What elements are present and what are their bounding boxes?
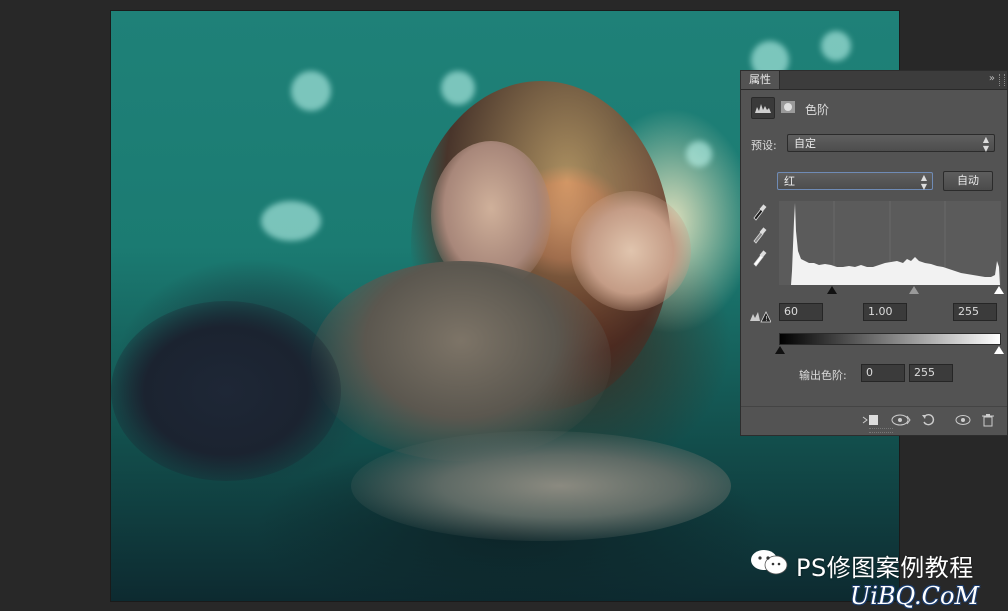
output-black-field[interactable]: 0 bbox=[861, 364, 905, 382]
dropdown-arrows-icon: ▲ ▼ bbox=[982, 135, 989, 153]
white-eyedropper-icon[interactable] bbox=[751, 249, 767, 267]
view-previous-icon[interactable] bbox=[891, 413, 911, 430]
bokeh-light bbox=[261, 201, 321, 241]
levels-adjustment-icon[interactable] bbox=[751, 97, 775, 119]
visibility-icon[interactable] bbox=[955, 413, 971, 430]
channel-value: 红 bbox=[784, 175, 795, 188]
svg-text:!: ! bbox=[765, 315, 768, 323]
bokeh-light bbox=[821, 31, 851, 61]
output-gradient-ramp bbox=[779, 333, 1001, 345]
resize-grip-icon[interactable] bbox=[869, 428, 893, 433]
skirt-shape bbox=[111, 301, 341, 481]
auto-button[interactable]: 自动 bbox=[943, 171, 993, 191]
mask-icon[interactable] bbox=[777, 97, 799, 117]
arm-shape bbox=[351, 431, 731, 541]
channel-dropdown[interactable]: 红 ▲ ▼ bbox=[777, 172, 933, 191]
panel-footer bbox=[741, 406, 1007, 435]
input-black-field[interactable]: 60 bbox=[779, 303, 823, 321]
double-chevron-icon[interactable]: » bbox=[989, 73, 995, 84]
properties-panel: 属性 » 色阶 预设: 自定 ▲ ▼ 红 ▲ ▼ 自动 ! 60 1.00 25… bbox=[740, 70, 1008, 436]
output-white-field[interactable]: 255 bbox=[909, 364, 953, 382]
bokeh-light bbox=[291, 71, 331, 111]
output-black-slider[interactable] bbox=[775, 346, 785, 354]
input-white-slider[interactable] bbox=[994, 286, 1004, 294]
output-levels-label: 输出色阶: bbox=[799, 369, 847, 382]
levels-histogram bbox=[779, 201, 1001, 285]
preset-value: 自定 bbox=[794, 137, 816, 150]
reset-icon[interactable] bbox=[921, 413, 937, 430]
hand-shape bbox=[571, 191, 691, 311]
adjustment-title: 色阶 bbox=[805, 103, 830, 117]
dropdown-arrows-icon: ▲ ▼ bbox=[920, 173, 927, 191]
preset-label: 预设: bbox=[751, 139, 777, 152]
gray-eyedropper-icon[interactable] bbox=[751, 226, 767, 244]
input-gray-slider[interactable] bbox=[909, 286, 919, 294]
clipping-warning-icon[interactable]: ! bbox=[749, 308, 772, 323]
bokeh-light bbox=[686, 141, 712, 167]
wechat-icon bbox=[751, 550, 788, 575]
preset-dropdown[interactable]: 自定 ▲ ▼ bbox=[787, 134, 995, 153]
input-gamma-field[interactable]: 1.00 bbox=[863, 303, 907, 321]
panel-header: 属性 » bbox=[741, 71, 1007, 90]
input-black-slider[interactable] bbox=[827, 286, 837, 294]
output-white-slider[interactable] bbox=[994, 346, 1004, 354]
trash-icon[interactable] bbox=[981, 413, 995, 430]
black-eyedropper-icon[interactable] bbox=[751, 203, 767, 221]
panel-grip-icon[interactable] bbox=[999, 74, 1005, 86]
tab-properties[interactable]: 属性 bbox=[741, 71, 780, 89]
input-white-field[interactable]: 255 bbox=[953, 303, 997, 321]
bokeh-light bbox=[441, 71, 475, 105]
watermark-site: UiBQ.CoM bbox=[850, 582, 980, 610]
watermark-brand: PS修图案例教程 bbox=[796, 554, 974, 582]
